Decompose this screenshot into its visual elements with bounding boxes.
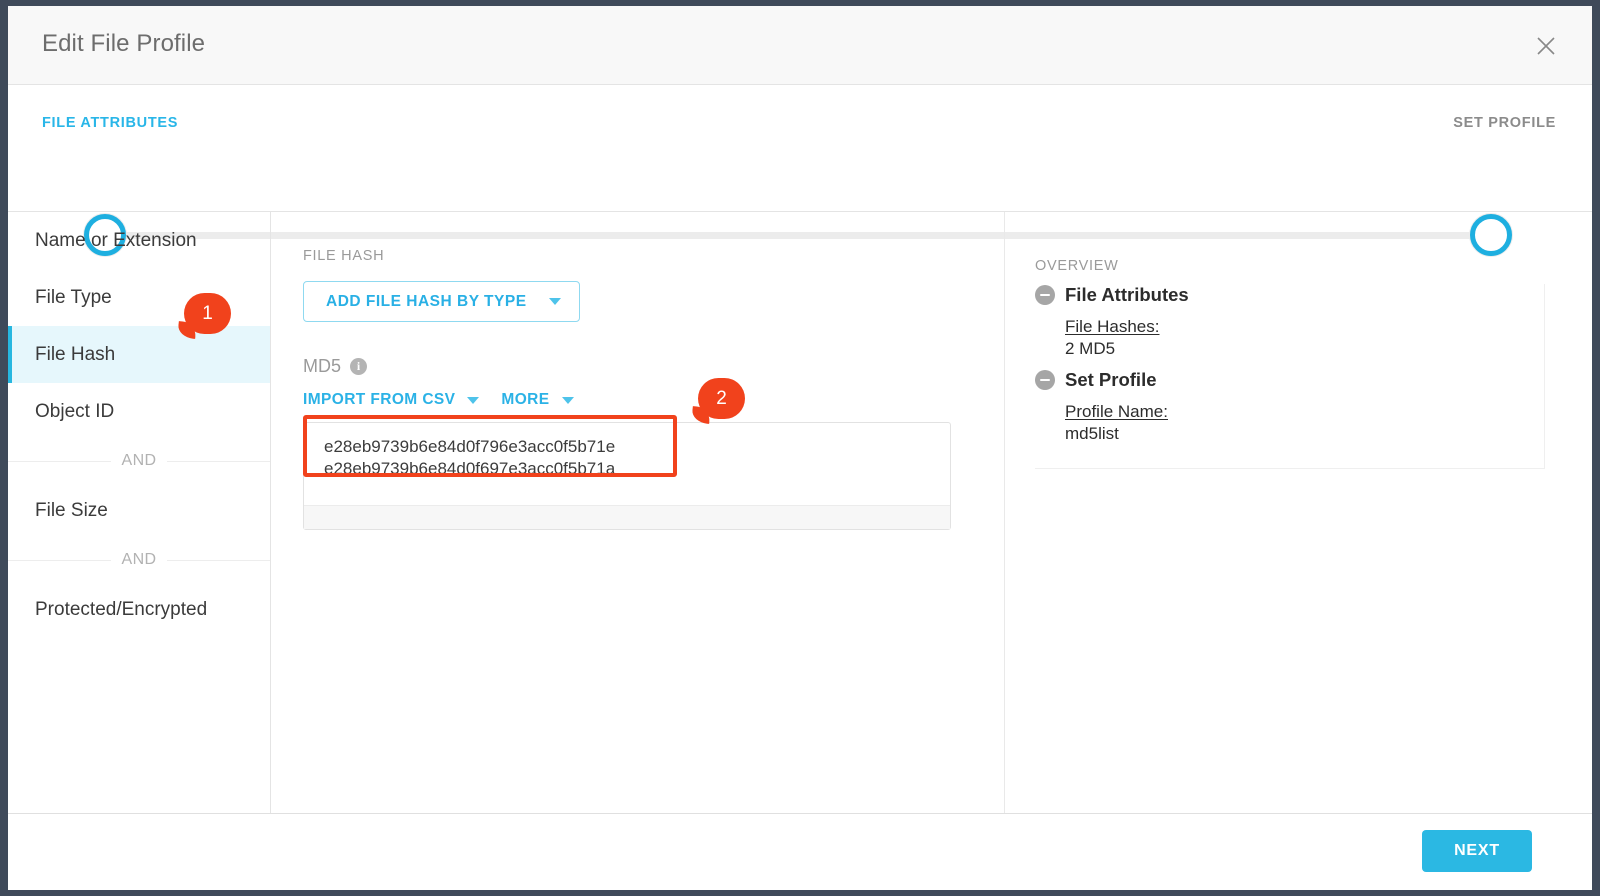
sidebar-item-protected-encrypted[interactable]: Protected/Encrypted bbox=[8, 581, 270, 638]
separator-label: AND bbox=[110, 452, 168, 470]
hash-actions-row: IMPORT FROM CSV MORE bbox=[303, 389, 951, 411]
overview-group-set-profile[interactable]: Set Profile bbox=[1035, 369, 1544, 391]
sidebar-item-file-size[interactable]: File Size bbox=[8, 482, 270, 539]
collapse-minus-icon[interactable] bbox=[1035, 370, 1055, 390]
sidebar-item-file-hash[interactable]: File Hash bbox=[8, 326, 270, 383]
import-from-csv-button[interactable]: IMPORT FROM CSV bbox=[303, 391, 480, 409]
overview-field-value: md5list bbox=[1065, 424, 1119, 443]
sidebar-item-label: Name or Extension bbox=[35, 229, 197, 251]
annotation-marker-1: 1 bbox=[184, 293, 231, 334]
overview-group-title: Set Profile bbox=[1065, 369, 1157, 390]
overview-label: OVERVIEW bbox=[1035, 258, 1119, 274]
overview-panel: OVERVIEW File Attributes File Hashes: 2 … bbox=[1005, 212, 1592, 813]
file-hash-section-label: FILE HASH bbox=[303, 248, 385, 264]
sidebar-separator-and-1: AND bbox=[8, 440, 270, 482]
sidebar-item-label: File Type bbox=[35, 286, 112, 308]
overview-field-key: File Hashes: bbox=[1065, 317, 1160, 336]
sidebar-item-label: File Hash bbox=[35, 343, 116, 365]
hash-textarea[interactable]: e28eb9739b6e84d0f796e3acc0f5b71e e28eb97… bbox=[304, 423, 950, 505]
file-hash-panel: FILE HASH ADD FILE HASH BY TYPE MD5 i IM… bbox=[271, 212, 1005, 813]
close-icon[interactable] bbox=[1530, 30, 1562, 62]
add-file-hash-by-type-button[interactable]: ADD FILE HASH BY TYPE bbox=[303, 281, 580, 322]
edit-file-profile-dialog: Edit File Profile FILE ATTRIBUTES SET PR… bbox=[8, 6, 1592, 890]
hash-list-container: e28eb9739b6e84d0f796e3acc0f5b71e e28eb97… bbox=[303, 422, 951, 530]
step-label-file-attributes: FILE ATTRIBUTES bbox=[42, 115, 179, 131]
overview-group-title: File Attributes bbox=[1065, 284, 1189, 305]
sidebar-item-label: Object ID bbox=[35, 400, 115, 422]
sidebar-item-label: File Size bbox=[35, 499, 108, 521]
hash-type-label: MD5 bbox=[303, 356, 342, 376]
dialog-titlebar: Edit File Profile bbox=[8, 6, 1592, 85]
overview-field-key: Profile Name: bbox=[1065, 402, 1168, 421]
overview-card: File Attributes File Hashes: 2 MD5 Set P… bbox=[1035, 284, 1545, 469]
more-label: MORE bbox=[501, 391, 550, 408]
wizard-stepper: FILE ATTRIBUTES SET PROFILE bbox=[8, 85, 1592, 257]
add-file-hash-by-type-label: ADD FILE HASH BY TYPE bbox=[326, 292, 527, 310]
page-title: Edit File Profile bbox=[42, 30, 206, 57]
dialog-footer: NEXT bbox=[8, 814, 1592, 888]
more-button[interactable]: MORE bbox=[501, 391, 574, 409]
hash-list-footer bbox=[304, 505, 950, 529]
chevron-down-icon bbox=[467, 396, 480, 404]
chevron-down-icon bbox=[548, 298, 561, 305]
step-label-set-profile: SET PROFILE bbox=[1453, 115, 1556, 131]
dialog-body: Name or Extension File Type File Hash Ob… bbox=[8, 211, 1592, 814]
sidebar-item-file-type[interactable]: File Type bbox=[8, 269, 270, 326]
import-from-csv-label: IMPORT FROM CSV bbox=[303, 391, 456, 408]
info-icon[interactable]: i bbox=[350, 358, 368, 375]
annotation-marker-2: 2 bbox=[698, 378, 745, 419]
sidebar-item-label: Protected/Encrypted bbox=[35, 598, 208, 620]
attribute-sidebar: Name or Extension File Type File Hash Ob… bbox=[8, 212, 271, 813]
overview-field-profile-name: Profile Name: md5list bbox=[1065, 402, 1544, 444]
overview-field-value: 2 MD5 bbox=[1065, 339, 1116, 358]
overview-field-file-hashes: File Hashes: 2 MD5 bbox=[1065, 317, 1544, 359]
next-button[interactable]: NEXT bbox=[1422, 830, 1532, 872]
separator-label: AND bbox=[110, 551, 168, 569]
collapse-minus-icon[interactable] bbox=[1035, 285, 1055, 305]
sidebar-item-object-id[interactable]: Object ID bbox=[8, 383, 270, 440]
overview-group-file-attributes[interactable]: File Attributes bbox=[1035, 284, 1544, 306]
hash-type-row: MD5 i bbox=[303, 356, 951, 377]
sidebar-separator-and-2: AND bbox=[8, 539, 270, 581]
chevron-down-icon bbox=[561, 396, 574, 404]
sidebar-item-name-or-extension[interactable]: Name or Extension bbox=[8, 212, 270, 269]
